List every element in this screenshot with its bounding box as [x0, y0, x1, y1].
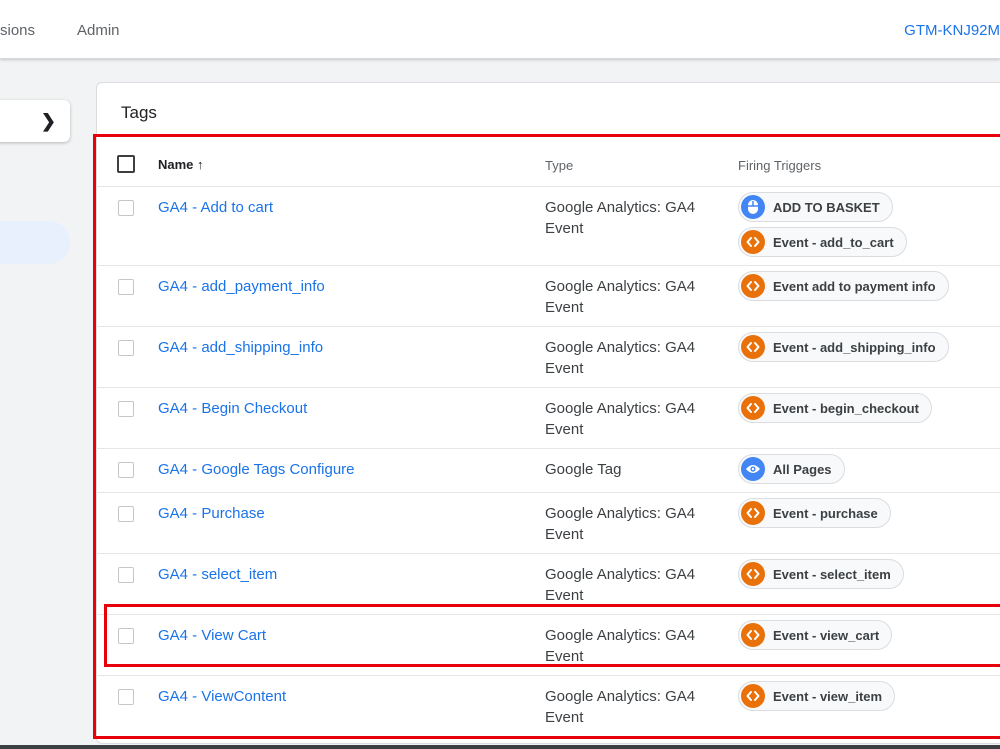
trigger-label: ADD TO BASKET: [773, 199, 880, 215]
row-checkbox[interactable]: [118, 506, 134, 522]
trigger-chip[interactable]: Event - add_shipping_info: [738, 332, 949, 362]
tag-name-link[interactable]: GA4 - Begin Checkout: [158, 400, 307, 417]
select-all-checkbox[interactable]: [117, 155, 135, 173]
trigger-chip[interactable]: Event - begin_checkout: [738, 393, 932, 423]
trigger-chip[interactable]: Event add to payment info: [738, 271, 949, 301]
chevron-right-icon: ❯: [40, 111, 56, 131]
bottom-divider: [0, 745, 1000, 749]
trigger-label: Event - purchase: [773, 505, 878, 521]
code-icon: [741, 684, 765, 708]
table-row: GA4 - Purchase Google Analytics: GA4 Even…: [96, 493, 1000, 554]
click-icon: [741, 195, 765, 219]
trigger-label: Event - select_item: [773, 566, 891, 582]
row-checkbox[interactable]: [118, 279, 134, 295]
firing-triggers-cell: Event add to payment info: [738, 271, 949, 306]
sidebar-item-tags-active[interactable]: [0, 221, 70, 264]
tag-name-link[interactable]: GA4 - Purchase: [158, 505, 265, 522]
trigger-chip[interactable]: Event - view_cart: [738, 620, 893, 650]
tag-type: Google Analytics: GA4 Event: [545, 627, 696, 665]
tag-type: Google Analytics: GA4 Event: [545, 566, 696, 604]
trigger-label: Event - add_to_cart: [773, 234, 894, 250]
tag-name-link[interactable]: GA4 - View Cart: [158, 627, 266, 644]
column-header-firing-triggers[interactable]: Firing Triggers: [738, 158, 821, 173]
tag-name-link[interactable]: GA4 - add_payment_info: [158, 278, 325, 295]
table-row: GA4 - select_item Google Analytics: GA4 E…: [96, 554, 1000, 615]
code-icon: [741, 562, 765, 586]
firing-triggers-cell: Event - add_shipping_info: [738, 332, 949, 367]
column-header-type[interactable]: Type: [545, 158, 573, 173]
row-checkbox[interactable]: [118, 567, 134, 583]
code-icon: [741, 396, 765, 420]
row-checkbox[interactable]: [118, 628, 134, 644]
tag-type: Google Analytics: GA4 Event: [545, 199, 696, 237]
firing-triggers-cell: Event - select_item: [738, 559, 904, 594]
table-row: GA4 - View Cart Google Analytics: GA4 Eve…: [96, 615, 1000, 676]
trigger-label: Event - begin_checkout: [773, 400, 919, 416]
firing-triggers-cell: Event - view_cart: [738, 620, 893, 655]
tag-name-link[interactable]: GA4 - add_shipping_info: [158, 339, 323, 356]
trigger-chip[interactable]: Event - purchase: [738, 498, 891, 528]
row-checkbox[interactable]: [118, 462, 134, 478]
tag-type: Google Analytics: GA4 Event: [545, 688, 696, 726]
tag-type: Google Analytics: GA4 Event: [545, 278, 696, 316]
table-row: GA4 - add_shipping_info Google Analytics:…: [96, 327, 1000, 388]
trigger-chip[interactable]: Event - select_item: [738, 559, 904, 589]
container-id[interactable]: GTM-KNJ92M: [904, 22, 1000, 39]
firing-triggers-cell: Event - view_item: [738, 681, 896, 716]
code-icon: [741, 230, 765, 254]
sidebar-expand-button[interactable]: ❯: [0, 100, 70, 142]
row-checkbox[interactable]: [118, 200, 134, 216]
table-row: GA4 - Google Tags Configure Google Tag All…: [96, 449, 1000, 493]
trigger-label: Event - view_cart: [773, 627, 880, 643]
row-checkbox[interactable]: [118, 340, 134, 356]
tag-type: Google Analytics: GA4 Event: [545, 505, 696, 543]
tag-name-link[interactable]: GA4 - Google Tags Configure: [158, 461, 355, 478]
tag-name-link[interactable]: GA4 - select_item: [158, 566, 277, 583]
table-row: GA4 - Begin Checkout Google Analytics: GA…: [96, 388, 1000, 449]
tag-name-link[interactable]: GA4 - ViewContent: [158, 688, 286, 705]
tag-type: Google Analytics: GA4 Event: [545, 400, 696, 438]
firing-triggers-cell: Event - purchase: [738, 498, 891, 533]
trigger-label: Event - add_shipping_info: [773, 339, 936, 355]
table-row: GA4 - add_payment_info Google Analytics: …: [96, 266, 1000, 327]
tag-name-link[interactable]: GA4 - Add to cart: [158, 199, 273, 216]
trigger-label: Event - view_item: [773, 688, 883, 704]
row-checkbox[interactable]: [118, 401, 134, 417]
trigger-label: Event add to payment info: [773, 278, 936, 294]
row-checkbox[interactable]: [118, 689, 134, 705]
table-row: GA4 - Add to cart Google Analytics: GA4 E…: [96, 187, 1000, 266]
code-icon: [741, 274, 765, 298]
trigger-chip[interactable]: ADD TO BASKET: [738, 192, 893, 222]
trigger-chip[interactable]: All Pages: [738, 454, 845, 484]
table-row: GA4 - ViewContent Google Analytics: GA4 E…: [96, 676, 1000, 737]
code-icon: [741, 335, 765, 359]
column-header-name[interactable]: Name ↑: [158, 157, 204, 172]
firing-triggers-cell: Event - begin_checkout: [738, 393, 932, 428]
table-header-row: Name ↑ Type Firing Triggers: [96, 140, 1000, 187]
card-title: Tags: [121, 103, 157, 122]
trigger-chip[interactable]: Event - view_item: [738, 681, 896, 711]
top-navigation-bar: sions Admin GTM-KNJ92M: [0, 0, 1000, 59]
trigger-chip[interactable]: Event - add_to_cart: [738, 227, 907, 257]
tag-type: Google Analytics: GA4 Event: [545, 339, 696, 377]
firing-triggers-cell: All Pages: [738, 454, 845, 489]
nav-tab-versions[interactable]: sions: [0, 22, 35, 39]
nav-tab-admin[interactable]: Admin: [77, 22, 120, 39]
code-icon: [741, 623, 765, 647]
firing-triggers-cell: ADD TO BASKET Event - add_to_cart: [738, 192, 907, 262]
tag-type: Google Tag: [545, 461, 622, 478]
eye-icon: [741, 457, 765, 481]
tags-table: Name ↑ Type Firing Triggers GA4 - Add to…: [96, 140, 1000, 737]
trigger-label: All Pages: [773, 461, 832, 477]
code-icon: [741, 501, 765, 525]
